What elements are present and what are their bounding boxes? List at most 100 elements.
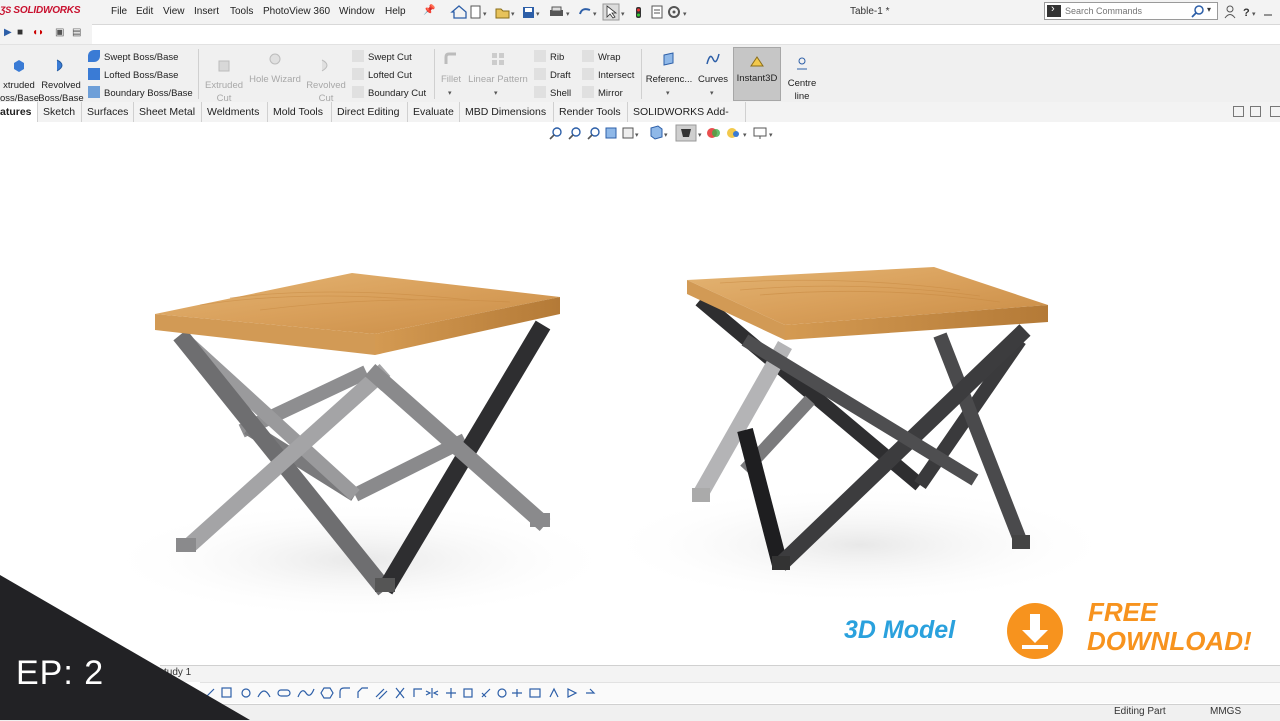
rib-button[interactable]: Rib xyxy=(534,50,564,64)
shaded-contours-icon[interactable] xyxy=(567,688,578,698)
spline-tool-icon[interactable] xyxy=(297,688,315,698)
fillet-button[interactable]: Fillet ▾ xyxy=(438,51,464,97)
lofted-cut-button[interactable]: Lofted Cut xyxy=(352,68,412,82)
swept-cut-button[interactable]: Swept Cut xyxy=(352,50,412,64)
relation-icon[interactable] xyxy=(463,688,473,698)
centreline-button[interactable]: Centre line xyxy=(784,55,820,103)
boundary-cut-button[interactable]: Boundary Cut xyxy=(352,86,426,100)
menu-help[interactable]: Help xyxy=(385,6,406,17)
tab-solidworks-addins[interactable]: SOLIDWORKS Add-Ins xyxy=(628,102,746,138)
record-icon[interactable]: ◖◗ xyxy=(32,27,44,38)
menu-view[interactable]: View xyxy=(163,6,185,17)
intersect-button[interactable]: Intersect xyxy=(582,68,634,82)
curves-button[interactable]: Curves ▾ xyxy=(695,51,731,97)
status-units[interactable]: MMGS xyxy=(1210,706,1241,717)
svg-text:▾: ▾ xyxy=(483,11,487,18)
undo-icon[interactable]: ▾ xyxy=(579,8,597,18)
pin-icon[interactable]: 📌 xyxy=(423,5,435,16)
menu-insert[interactable]: Insert xyxy=(194,6,219,17)
revolved-cut-button[interactable]: Revolved Cut xyxy=(304,57,348,105)
move-entities-icon[interactable] xyxy=(446,688,456,698)
revolved-boss-button[interactable]: Revolved Boss/Base xyxy=(38,57,84,105)
previous-view-icon[interactable] xyxy=(587,127,600,140)
polygon-tool-icon[interactable] xyxy=(320,687,334,699)
mirror-button[interactable]: Mirror xyxy=(582,86,623,100)
mirror-sketch-icon[interactable] xyxy=(425,688,439,698)
menu-file[interactable]: File xyxy=(111,6,127,17)
print-icon[interactable]: ▾ xyxy=(550,6,570,18)
extruded-boss-button[interactable]: xtruded oss/Base xyxy=(0,57,39,105)
panel-toggle-left-icon[interactable] xyxy=(1233,106,1244,117)
section-view-icon[interactable] xyxy=(605,127,617,139)
help-icon[interactable]: ? ▾ xyxy=(1243,7,1256,19)
search-icon[interactable] xyxy=(1191,4,1205,18)
zoom-to-area-icon[interactable] xyxy=(568,127,581,140)
shell-button[interactable]: Shell xyxy=(534,86,571,100)
fillet-sketch-icon[interactable] xyxy=(339,687,350,698)
search-input[interactable] xyxy=(1065,4,1187,18)
panel-expand-icon[interactable] xyxy=(1270,106,1280,117)
tab-render-tools[interactable]: Render Tools xyxy=(554,102,628,122)
instant3d-button[interactable]: Instant3D xyxy=(733,47,781,101)
panel-toggle-right-icon[interactable] xyxy=(1250,106,1261,117)
menu-tools[interactable]: Tools xyxy=(230,6,253,17)
tab-features[interactable]: atures xyxy=(0,102,38,122)
edit-macro-icon[interactable]: ▣ xyxy=(55,27,64,38)
tab-direct-editing[interactable]: Direct Editing xyxy=(332,102,408,122)
dynamic-annotation-icon[interactable]: ▾ xyxy=(622,127,639,139)
rebuild-icon[interactable] xyxy=(636,7,641,18)
view-settings-icon[interactable]: ▾ xyxy=(753,127,773,139)
save-icon[interactable]: ▾ xyxy=(523,7,540,18)
tab-mbd-dimensions[interactable]: MBD Dimensions xyxy=(460,102,554,122)
tab-sheet-metal[interactable]: Sheet Metal xyxy=(134,102,202,122)
offset-icon[interactable] xyxy=(375,688,388,700)
select-icon[interactable]: ▾ xyxy=(602,3,625,21)
edit-appearance-icon[interactable]: ▾ xyxy=(727,128,747,139)
draft-button[interactable]: Draft xyxy=(534,68,571,82)
search-dropdown-icon[interactable]: ▾ xyxy=(1207,5,1211,14)
swept-boss-button[interactable]: Swept Boss/Base xyxy=(88,50,178,64)
menu-window[interactable]: Window xyxy=(339,6,375,17)
tab-sketch[interactable]: Sketch xyxy=(38,102,82,122)
user-icon[interactable] xyxy=(1224,5,1236,19)
options-icon[interactable]: ▾ xyxy=(668,6,687,18)
zoom-to-fit-icon[interactable] xyxy=(549,127,562,140)
play-icon[interactable]: ▶ xyxy=(4,27,12,38)
instant2d-icon[interactable] xyxy=(549,687,559,698)
search-commands-box[interactable]: ▾ xyxy=(1044,2,1218,20)
repair-sketch-icon[interactable] xyxy=(497,688,507,698)
chamfer-sketch-icon[interactable] xyxy=(357,687,368,698)
quick-snaps-icon[interactable] xyxy=(512,689,522,697)
slot-tool-icon[interactable] xyxy=(277,689,291,697)
tab-weldments[interactable]: Weldments xyxy=(202,102,268,122)
menu-edit[interactable]: Edit xyxy=(136,6,153,17)
home-icon[interactable] xyxy=(450,5,467,19)
rapid-sketch-icon[interactable] xyxy=(529,688,541,698)
hole-wizard-button[interactable]: Hole Wizard xyxy=(248,51,302,86)
tab-mold-tools[interactable]: Mold Tools xyxy=(268,102,332,122)
svg-text:▾: ▾ xyxy=(664,132,668,139)
file-properties-icon[interactable] xyxy=(651,5,663,19)
menu-photoview[interactable]: PhotoView 360 xyxy=(263,6,330,17)
view-orientation-icon[interactable]: ▾ xyxy=(650,125,668,140)
new-macro-icon[interactable]: ▤ xyxy=(72,27,81,38)
quick-access-toolbar: ▾ ▾ ▾ ▾ ▾ ▾ ▾ xyxy=(450,3,687,21)
boundary-boss-button[interactable]: Boundary Boss/Base xyxy=(88,86,193,100)
reference-geometry-button[interactable]: Referenc... ▾ xyxy=(645,51,693,97)
convert-entities-icon[interactable] xyxy=(413,688,422,697)
tab-surfaces[interactable]: Surfaces xyxy=(82,102,134,122)
smart-dimension-icon[interactable] xyxy=(481,688,491,698)
tab-evaluate[interactable]: Evaluate xyxy=(408,102,460,122)
sketch-exit-icon[interactable] xyxy=(586,688,596,694)
trim-icon[interactable] xyxy=(395,687,405,699)
extruded-cut-button[interactable]: Extruded Cut xyxy=(202,57,246,105)
hide-show-items-icon[interactable] xyxy=(707,128,720,138)
lofted-boss-button[interactable]: Lofted Boss/Base xyxy=(88,68,178,82)
linear-pattern-button[interactable]: Linear Pattern ▾ xyxy=(466,51,530,97)
open-icon[interactable]: ▾ xyxy=(495,8,515,19)
new-file-icon[interactable]: ▾ xyxy=(470,5,487,19)
stop-icon[interactable]: ■ xyxy=(17,27,23,38)
display-style-icon[interactable]: ▾ xyxy=(675,124,702,142)
wrap-button[interactable]: Wrap xyxy=(582,50,621,64)
solidworks-logo[interactable]: ƷS SOLIDWORKS xyxy=(0,5,92,19)
